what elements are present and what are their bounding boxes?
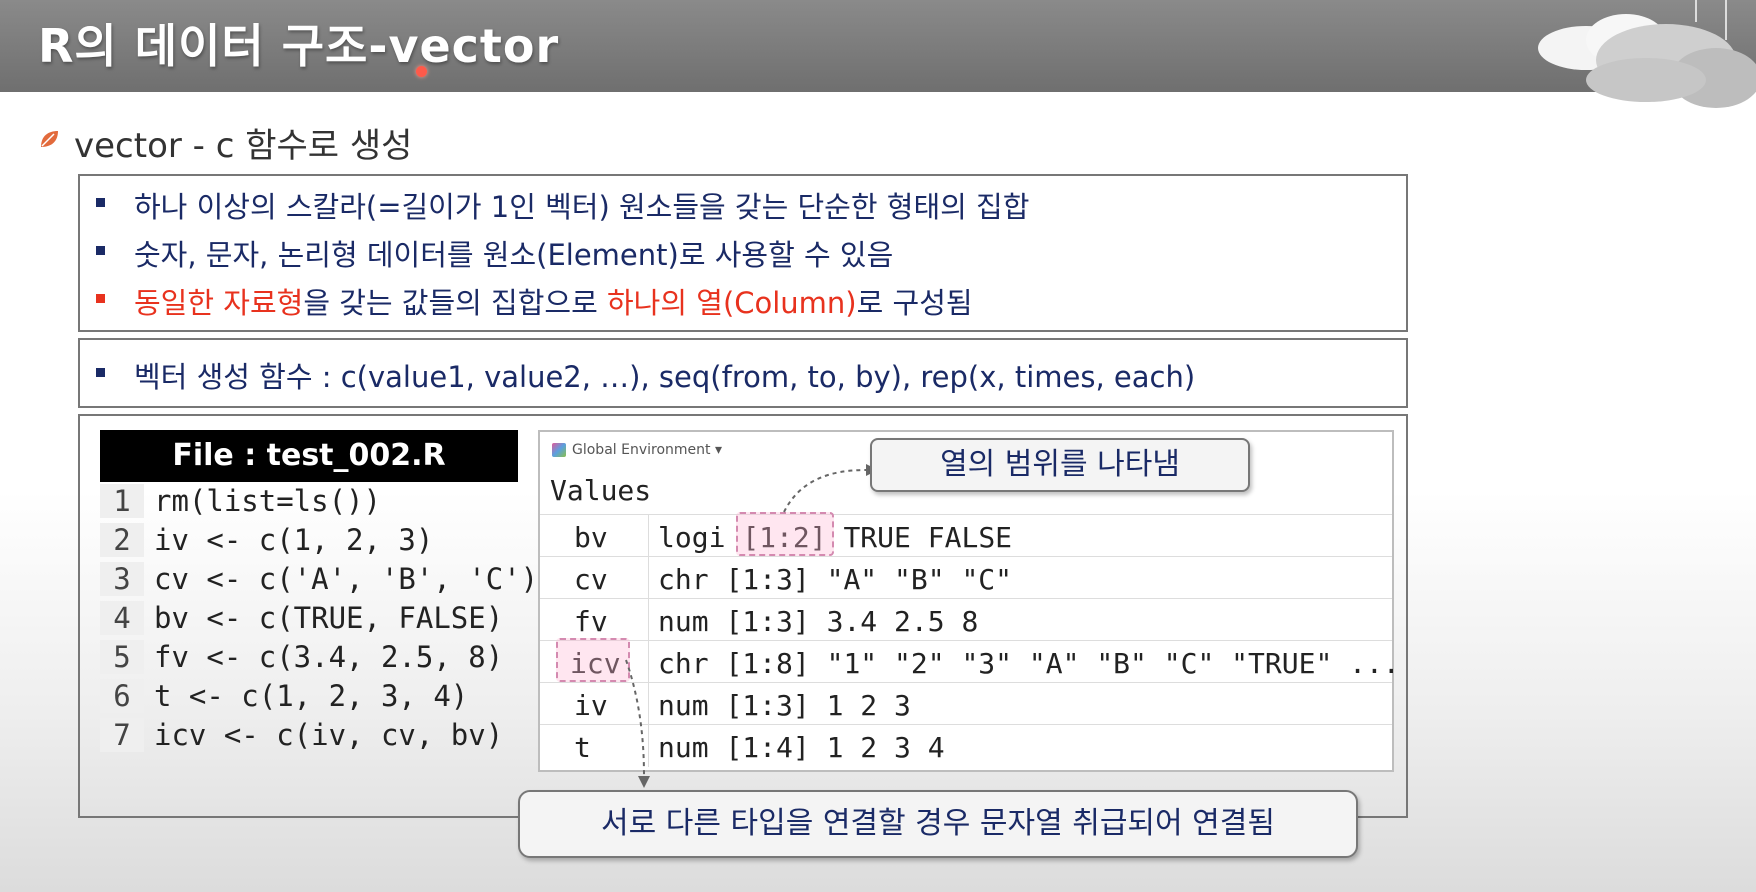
line-number: 3 (100, 562, 144, 596)
line-number: 1 (100, 484, 144, 518)
code-text: t <- c(1, 2, 3, 4) (154, 679, 469, 713)
icv-highlight (556, 638, 630, 682)
code-line: 7 icv <- c(iv, cv, bv) (100, 718, 503, 757)
env-row-t[interactable]: t num [1:4] 1 2 3 4 (540, 724, 1392, 767)
code-text: iv <- c(1, 2, 3) (154, 523, 434, 557)
line-number: 5 (100, 640, 144, 674)
variable-value: chr [1:3] "A" "B" "C" (658, 563, 1013, 596)
environment-icon (552, 443, 566, 457)
range-label: [1:3] (725, 605, 810, 638)
bullet-marker (96, 246, 105, 255)
code-line: 4 bv <- c(TRUE, FALSE) (100, 601, 503, 640)
variable-value: chr [1:8] "1" "2" "3" "A" "B" "C" "TRUE"… (658, 647, 1400, 680)
cloud-decoration-icon (1538, 0, 1756, 108)
code-line: 1 rm(list=ls()) (100, 484, 381, 523)
code-listing: 1 rm(list=ls()) 2 iv <- c(1, 2, 3) 3 cv <- … (100, 484, 538, 760)
range-label: [1:8] (725, 647, 810, 680)
variable-value: num [1:3] 3.4 2.5 8 (658, 605, 979, 638)
definition-bullet-1: 하나 이상의 스칼라(=길이가 1인 벡터) 원소들을 갖는 단순한 형태의 집… (134, 190, 1030, 224)
bullet-text: 을 갖는 값들의 집합으로 (303, 286, 607, 320)
variable-value: num [1:4] 1 2 3 4 (658, 731, 945, 764)
variable-value: logi [1:2] TRUE FALSE (658, 521, 1013, 554)
range-label: [1:4] (725, 731, 810, 764)
slide-title: R의 데이터 구조-vector (38, 19, 560, 73)
range-label: [1:3] (725, 563, 810, 596)
slide-header: R의 데이터 구조-vector (0, 0, 1756, 92)
vector-functions-bullet: 벡터 생성 함수 : c(value1, value2, …), seq(fro… (134, 360, 1196, 394)
definition-bullet-3: 동일한 자료형을 갖는 값들의 집합으로 하나의 열(Column)로 구성됨 (134, 280, 973, 322)
range-label: [1:3] (725, 689, 810, 722)
range-highlight (736, 512, 834, 556)
variable-value: num [1:3] 1 2 3 (658, 689, 911, 722)
env-row-icv[interactable]: icv chr [1:8] "1" "2" "3" "A" "B" "C" "T… (540, 640, 1400, 683)
variable-name: bv (574, 521, 608, 554)
line-number: 4 (100, 601, 144, 635)
file-name-header: File : test_002.R (100, 430, 518, 482)
environment-dropdown[interactable]: Global Environment ▾ (552, 442, 722, 458)
line-number: 2 (100, 523, 144, 557)
variable-name: fv (574, 605, 608, 638)
range-callout: 열의 범위를 나타냄 (870, 438, 1250, 492)
section-subtitle: vector - c 함수로 생성 (74, 126, 413, 166)
env-row-cv[interactable]: cv chr [1:3] "A" "B" "C" (540, 556, 1392, 599)
env-row-bv[interactable]: bv logi [1:2] TRUE FALSE (540, 514, 1392, 557)
bullet-marker (96, 294, 105, 303)
env-row-iv[interactable]: iv num [1:3] 1 2 3 (540, 682, 1392, 725)
variable-name: cv (574, 563, 608, 596)
code-line: 2 iv <- c(1, 2, 3) (100, 523, 433, 562)
leaf-bullet-icon (41, 131, 58, 147)
functions-box: 벡터 생성 함수 : c(value1, value2, …), seq(fro… (78, 338, 1408, 408)
code-text: rm(list=ls()) (154, 484, 381, 518)
code-text: bv <- c(TRUE, FALSE) (154, 601, 504, 635)
code-text: fv <- c(3.4, 2.5, 8) (154, 640, 504, 674)
code-line: 6 t <- c(1, 2, 3, 4) (100, 679, 468, 718)
code-text: cv <- c('A', 'B', 'C') (154, 562, 539, 596)
laser-pointer-dot (416, 66, 427, 77)
definition-bullet-2: 숫자, 문자, 논리형 데이터를 원소(Element)로 사용할 수 있음 (134, 238, 894, 272)
code-line: 3 cv <- c('A', 'B', 'C') (100, 562, 538, 601)
environment-dropdown-label: Global Environment (572, 442, 711, 458)
values-section-label: Values (550, 474, 652, 507)
bullet-marker (96, 368, 105, 377)
bullet-text: 로 구성됨 (856, 286, 973, 320)
definition-box: 하나 이상의 스칼라(=길이가 1인 벡터) 원소들을 갖는 단순한 형태의 집… (78, 174, 1408, 332)
same-type-emphasis: 동일한 자료형 (134, 286, 304, 320)
variable-name: iv (574, 689, 608, 722)
line-number: 6 (100, 679, 144, 713)
code-text: icv <- c(iv, cv, bv) (154, 718, 504, 752)
coercion-callout: 서로 다른 타입을 연결할 경우 문자열 취급되어 연결됨 (518, 790, 1358, 858)
line-number: 7 (100, 718, 144, 752)
code-line: 5 fv <- c(3.4, 2.5, 8) (100, 640, 503, 679)
variable-name: t (574, 731, 591, 764)
chevron-down-icon: ▾ (714, 442, 722, 458)
bullet-marker (96, 198, 105, 207)
column-emphasis: 하나의 열(Column) (607, 286, 857, 320)
env-row-fv[interactable]: fv num [1:3] 3.4 2.5 8 (540, 598, 1392, 641)
